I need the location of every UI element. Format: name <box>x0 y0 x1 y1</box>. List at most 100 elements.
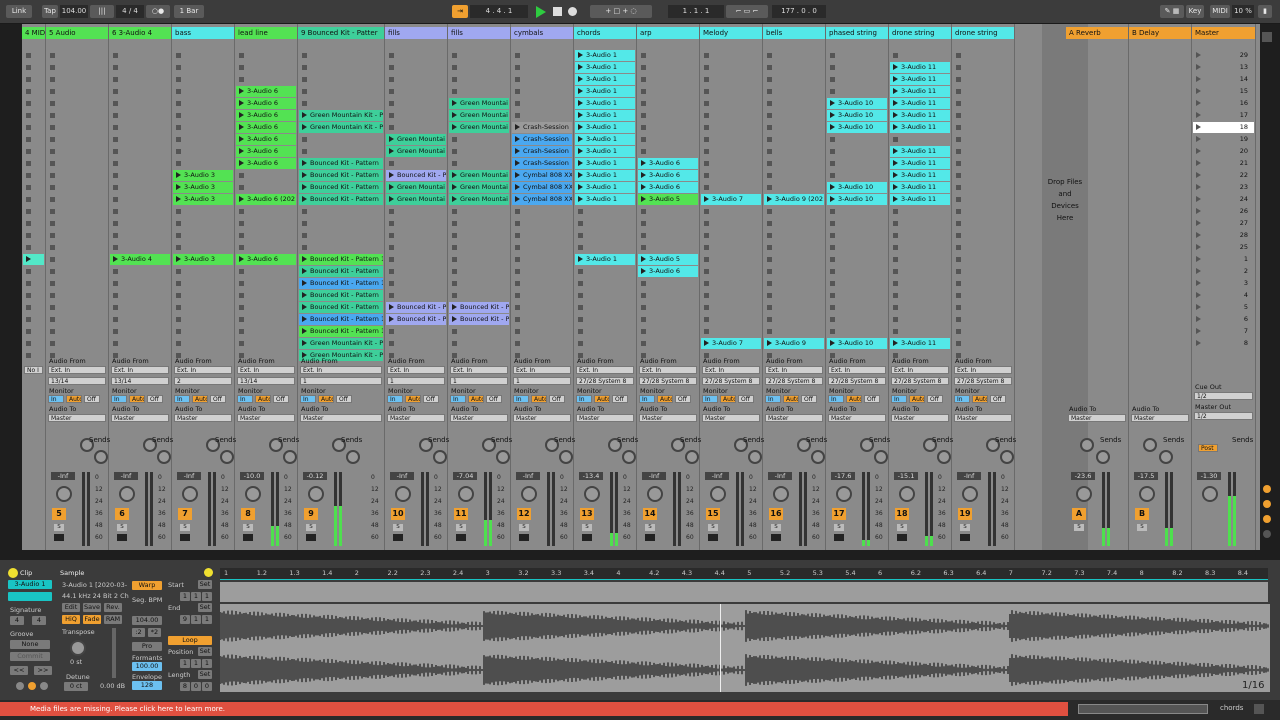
scene-play-icon[interactable] <box>1196 280 1201 286</box>
empty-clip-slot[interactable] <box>701 242 761 253</box>
clip-slot[interactable]: 3-Audio 11 <box>890 62 950 73</box>
clip-play-icon[interactable] <box>239 124 244 130</box>
clip-play-icon[interactable] <box>830 184 835 190</box>
empty-clip-slot[interactable] <box>575 314 635 325</box>
monitor-off-button[interactable]: Off <box>147 395 163 403</box>
clip-stop-icon[interactable] <box>50 184 55 190</box>
volume-field[interactable]: -Inf <box>705 472 729 480</box>
empty-clip-slot[interactable] <box>110 230 170 241</box>
input-type-select[interactable]: Ext. In <box>300 366 382 374</box>
clip-activator-icon[interactable] <box>8 568 18 578</box>
cue-out-select[interactable]: 1/2 <box>1194 392 1253 400</box>
clip-stop-icon[interactable] <box>452 244 457 250</box>
hiq-button[interactable]: HiQ <box>62 615 80 624</box>
empty-clip-slot[interactable] <box>110 146 170 157</box>
clip-stop-icon[interactable] <box>956 304 961 310</box>
input-channel-select[interactable]: 1 <box>450 377 508 385</box>
empty-clip-slot[interactable] <box>575 218 635 229</box>
clip-play-icon[interactable] <box>578 64 583 70</box>
empty-clip-slot[interactable] <box>299 230 383 241</box>
output-select[interactable]: Master <box>48 414 106 422</box>
pan-knob[interactable] <box>1139 486 1155 502</box>
empty-clip-slot[interactable] <box>173 158 233 169</box>
empty-clip-slot[interactable] <box>47 314 107 325</box>
clip-stop-icon[interactable] <box>956 148 961 154</box>
scene-launch[interactable]: 27 <box>1193 218 1254 229</box>
clip-play-icon[interactable] <box>515 184 520 190</box>
clip-stop-icon[interactable] <box>704 148 709 154</box>
track-title[interactable]: 6 3-Audio 4 <box>109 27 171 39</box>
clip-play-icon[interactable] <box>176 184 181 190</box>
clip-stop-icon[interactable] <box>26 136 31 142</box>
clip-stop-icon[interactable] <box>302 100 307 106</box>
loop-switch[interactable]: ⌐ ▭ ⌐ <box>726 5 768 18</box>
empty-clip-slot[interactable] <box>638 134 698 145</box>
empty-clip-slot[interactable] <box>512 338 572 349</box>
clip-stop-icon[interactable] <box>50 196 55 202</box>
empty-clip-slot[interactable] <box>173 62 233 73</box>
clip-stop-icon[interactable] <box>26 76 31 82</box>
empty-clip-slot[interactable] <box>575 326 635 337</box>
empty-clip-slot[interactable] <box>638 302 698 313</box>
clip-play-icon[interactable] <box>389 172 394 178</box>
clip-stop-icon[interactable] <box>515 244 520 250</box>
clip-play-icon[interactable] <box>239 196 244 202</box>
scene-launch[interactable]: 22 <box>1193 170 1254 181</box>
pan-knob[interactable] <box>836 486 852 502</box>
clip-slot[interactable]: Crash-Session <box>512 122 572 133</box>
empty-clip-slot[interactable] <box>386 218 446 229</box>
clip-play-icon[interactable] <box>893 100 898 106</box>
groove-select[interactable]: None <box>10 640 50 649</box>
clip-slot[interactable]: 3-Audio 1 <box>575 194 635 205</box>
clip-stop-icon[interactable] <box>113 244 118 250</box>
return-title[interactable]: A Reverb <box>1066 27 1128 39</box>
input-channel-select[interactable]: 1 <box>513 377 571 385</box>
empty-clip-slot[interactable] <box>173 326 233 337</box>
clip-slot[interactable]: 3-Audio 4 <box>110 254 170 265</box>
arm-button[interactable] <box>960 534 970 541</box>
clip-stop-icon[interactable] <box>641 112 646 118</box>
empty-clip-slot[interactable] <box>386 266 446 277</box>
empty-clip-slot[interactable] <box>173 98 233 109</box>
clip-slot[interactable]: 3-Audio 1 <box>575 146 635 157</box>
empty-clip-slot[interactable] <box>47 302 107 313</box>
clip-stop-icon[interactable] <box>578 208 583 214</box>
empty-clip-slot[interactable] <box>638 314 698 325</box>
input-channel-select[interactable]: 13/14 <box>48 377 106 385</box>
empty-clip-slot[interactable] <box>764 62 824 73</box>
empty-clip-slot[interactable] <box>23 290 44 301</box>
clip-slot[interactable]: Bounced Kit - Pattern 1 <box>299 314 383 325</box>
clip-stop-icon[interactable] <box>956 184 961 190</box>
empty-clip-slot[interactable] <box>827 230 887 241</box>
empty-clip-slot[interactable] <box>953 182 1013 193</box>
sends-toggle-icon[interactable] <box>1263 500 1271 508</box>
monitor-in-button[interactable]: In <box>300 395 316 403</box>
clip-play-icon[interactable] <box>704 196 709 202</box>
arm-button[interactable] <box>771 534 781 541</box>
clip-stop-icon[interactable] <box>704 232 709 238</box>
track-title[interactable]: 5 Audio <box>46 27 108 39</box>
clip-stop-icon[interactable] <box>239 244 244 250</box>
empty-clip-slot[interactable] <box>827 254 887 265</box>
empty-clip-slot[interactable] <box>47 338 107 349</box>
monitor-in-button[interactable]: In <box>450 395 466 403</box>
solo-button[interactable]: S <box>243 524 253 531</box>
input-channel-select[interactable]: 13/14 <box>237 377 295 385</box>
send-b-knob[interactable] <box>874 450 888 464</box>
clip-slot[interactable]: 3-Audio 6 <box>638 170 698 181</box>
clip-slot[interactable]: 3-Audio 11 <box>890 182 950 193</box>
clip-stop-icon[interactable] <box>956 112 961 118</box>
clip-stop-icon[interactable] <box>113 196 118 202</box>
empty-clip-slot[interactable] <box>701 206 761 217</box>
clip-stop-icon[interactable] <box>641 136 646 142</box>
empty-clip-slot[interactable] <box>236 62 296 73</box>
position-digit-field[interactable]: 0 <box>191 682 201 691</box>
clip-stop-icon[interactable] <box>26 316 31 322</box>
clip-stop-icon[interactable] <box>893 328 898 334</box>
clip-slot[interactable]: 3-Audio 6 (202 <box>236 194 296 205</box>
empty-clip-slot[interactable] <box>236 278 296 289</box>
clip-slot[interactable]: 3-Audio 1 <box>575 62 635 73</box>
clip-play-icon[interactable] <box>641 172 646 178</box>
empty-clip-slot[interactable] <box>512 218 572 229</box>
scene-launch[interactable]: 26 <box>1193 206 1254 217</box>
